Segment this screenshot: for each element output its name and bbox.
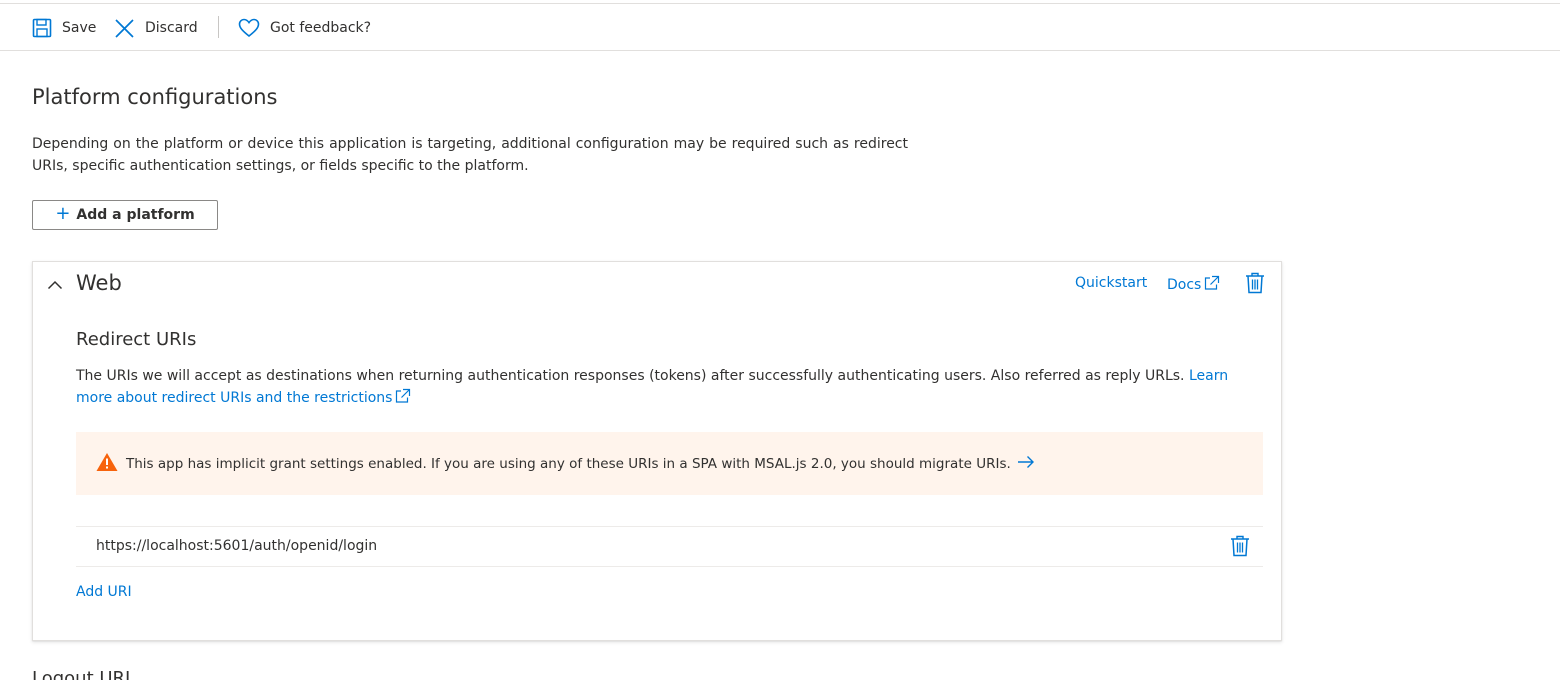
close-icon xyxy=(114,18,135,39)
external-link-icon xyxy=(1201,275,1220,295)
warning-text: This app has implicit grant settings ena… xyxy=(126,455,1011,472)
warning-icon xyxy=(96,452,118,476)
docs-label: Docs xyxy=(1167,277,1202,293)
add-uri-link[interactable]: Add URI xyxy=(76,584,132,600)
save-button[interactable]: Save xyxy=(32,16,96,40)
redirect-uris-description: The URIs we will accept as destinations … xyxy=(76,365,1256,411)
page-description: Depending on the platform or device this… xyxy=(32,136,908,174)
docs-link[interactable]: Docs xyxy=(1167,275,1220,295)
discard-label: Discard xyxy=(145,20,198,36)
implicit-grant-warning: This app has implicit grant settings ena… xyxy=(76,432,1263,495)
add-platform-button[interactable]: + Add a platform xyxy=(32,200,218,230)
trash-icon[interactable] xyxy=(1230,535,1250,561)
trash-icon[interactable] xyxy=(1245,272,1265,298)
save-label: Save xyxy=(62,20,97,36)
arrow-right-icon[interactable] xyxy=(1017,454,1035,473)
heart-icon xyxy=(238,18,260,38)
web-card-title: Web xyxy=(76,271,122,295)
quickstart-link[interactable]: Quickstart xyxy=(1075,275,1147,291)
redirect-desc-text: The URIs we will accept as destinations … xyxy=(76,368,1185,384)
discard-button[interactable]: Discard xyxy=(114,16,198,40)
save-icon xyxy=(32,18,52,38)
redirect-uris-heading: Redirect URIs xyxy=(76,329,197,350)
feedback-button[interactable]: Got feedback? xyxy=(238,16,371,40)
feedback-label: Got feedback? xyxy=(270,20,372,36)
redirect-uri-value[interactable]: https://localhost:5601/auth/openid/login xyxy=(96,538,377,554)
page-title: Platform configurations xyxy=(32,85,278,109)
toolbar-separator xyxy=(218,16,219,38)
plus-icon: + xyxy=(55,203,71,224)
chevron-up-icon[interactable] xyxy=(47,276,63,295)
command-bar: Save Discard Got feedback? xyxy=(0,4,1560,51)
external-link-icon xyxy=(394,388,411,411)
redirect-uri-row[interactable]: https://localhost:5601/auth/openid/login xyxy=(76,526,1263,567)
logout-url-heading: Logout URL xyxy=(32,668,136,680)
add-platform-label: Add a platform xyxy=(76,207,195,223)
web-platform-card: Web Quickstart Docs Redirect URIs The UR… xyxy=(32,261,1282,641)
